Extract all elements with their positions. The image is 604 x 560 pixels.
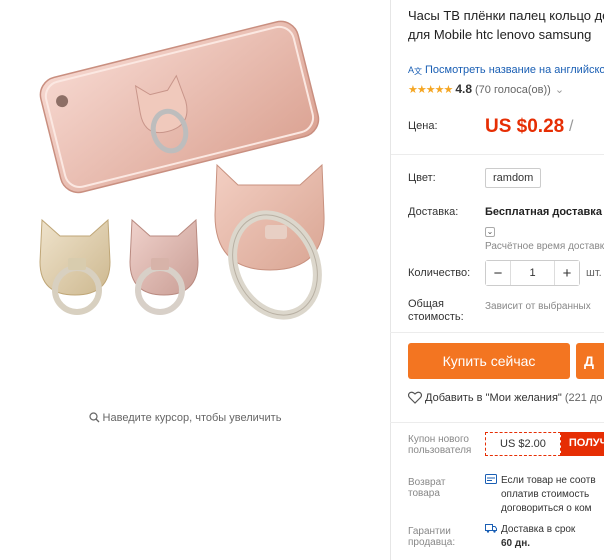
new-user-coupon[interactable]: US $2.00 ПОЛУЧ [485, 432, 604, 456]
wishlist-count: (221 до [564, 392, 603, 404]
product-gallery: Наведите курсор, чтобы увеличить [0, 0, 390, 560]
quantity-input[interactable] [510, 261, 555, 285]
returns-line-3: договориться о ком [501, 503, 592, 514]
divider [390, 422, 604, 423]
translate-link-text: Посмотреть название на английском [425, 64, 604, 76]
large-ring-shape [214, 163, 325, 320]
phone-shape [39, 20, 320, 194]
price-row: Цена: US $0.28 / [408, 116, 573, 137]
zoom-hint-text: Наведите курсор, чтобы увеличить [102, 412, 282, 424]
color-label: Цвет: [408, 172, 436, 184]
guarantee-line-2: 60 дн. [501, 538, 531, 549]
total-value: Зависит от выбранных [485, 301, 591, 312]
pink-ring-shape [129, 218, 199, 315]
wishlist-label: Добавить в "Мои желания" [425, 392, 562, 404]
product-image[interactable] [10, 0, 380, 360]
divider [390, 332, 604, 333]
price-label: Цена: [408, 120, 438, 132]
rating-votes: (70 голоса(ов)) [475, 84, 551, 96]
zoom-hint: Наведите курсор, чтобы увеличить [0, 412, 370, 424]
product-title: Часы ТВ плёнки палец кольцо держатель дл… [408, 8, 604, 42]
star-rating-icon: ★★★★★ [408, 84, 453, 96]
delivery-option[interactable]: Бесплатная доставка в [485, 206, 604, 218]
returns-line-2: оплатив стоимость [501, 489, 590, 500]
total-label: Общая стоимость: [408, 298, 464, 323]
returns-line-1: Если товар не соотв [501, 475, 596, 486]
quantity-stepper: − + [485, 260, 580, 286]
price-separator: / [569, 118, 574, 135]
svg-text:文: 文 [414, 66, 422, 75]
gold-ring-shape [39, 218, 111, 315]
returns-info: Если товар не соотв оплатив стоимость до… [485, 474, 596, 516]
heart-icon [408, 391, 422, 404]
add-to-cart-button[interactable]: Д [576, 343, 604, 379]
price-value: US $0.28 [485, 116, 565, 137]
rating-value: 4.8 [455, 82, 472, 96]
return-policy-icon [485, 474, 497, 484]
quantity-label: Количество: [408, 267, 471, 279]
quantity-minus-button[interactable]: − [486, 261, 510, 285]
guarantee-info: Доставка в срок 60 дн. [485, 523, 575, 551]
returns-label: Возврат товара [408, 477, 446, 499]
rating-row[interactable]: ★★★★★ 4.8 (70 голоса(ов)) ⌄ [408, 82, 564, 96]
product-info-panel: Часы ТВ плёнки палец кольцо держатель дл… [390, 0, 604, 560]
coupon-label: Купон нового пользователя [408, 434, 472, 456]
delivery-estimate: Расчётное время доставки [485, 241, 604, 252]
buy-now-button[interactable]: Купить сейчас [408, 343, 570, 379]
color-option-selected[interactable]: ramdom [485, 168, 542, 188]
translate-icon: A 文 [408, 65, 422, 75]
magnifier-icon [88, 412, 99, 423]
quantity-plus-button[interactable]: + [555, 261, 579, 285]
translate-title-link[interactable]: A 文 Посмотреть название на английском [408, 63, 604, 76]
guarantee-label: Гарантии продавца: [408, 526, 456, 548]
chevron-down-icon[interactable]: ⌄ [555, 84, 564, 96]
coupon-get-button[interactable]: ПОЛУЧ [560, 432, 604, 456]
coupon-value: US $2.00 [485, 432, 561, 456]
quantity-unit: шт. ( [586, 267, 604, 279]
add-to-wishlist-link[interactable]: Добавить в "Мои желания" (221 до [408, 391, 602, 404]
color-options: ramdom [485, 168, 542, 188]
guarantee-line-1: Доставка в срок [501, 524, 576, 535]
truck-icon [485, 524, 497, 533]
delivery-label: Доставка: [408, 206, 459, 218]
chevron-down-icon[interactable]: ⌄ [485, 227, 495, 237]
